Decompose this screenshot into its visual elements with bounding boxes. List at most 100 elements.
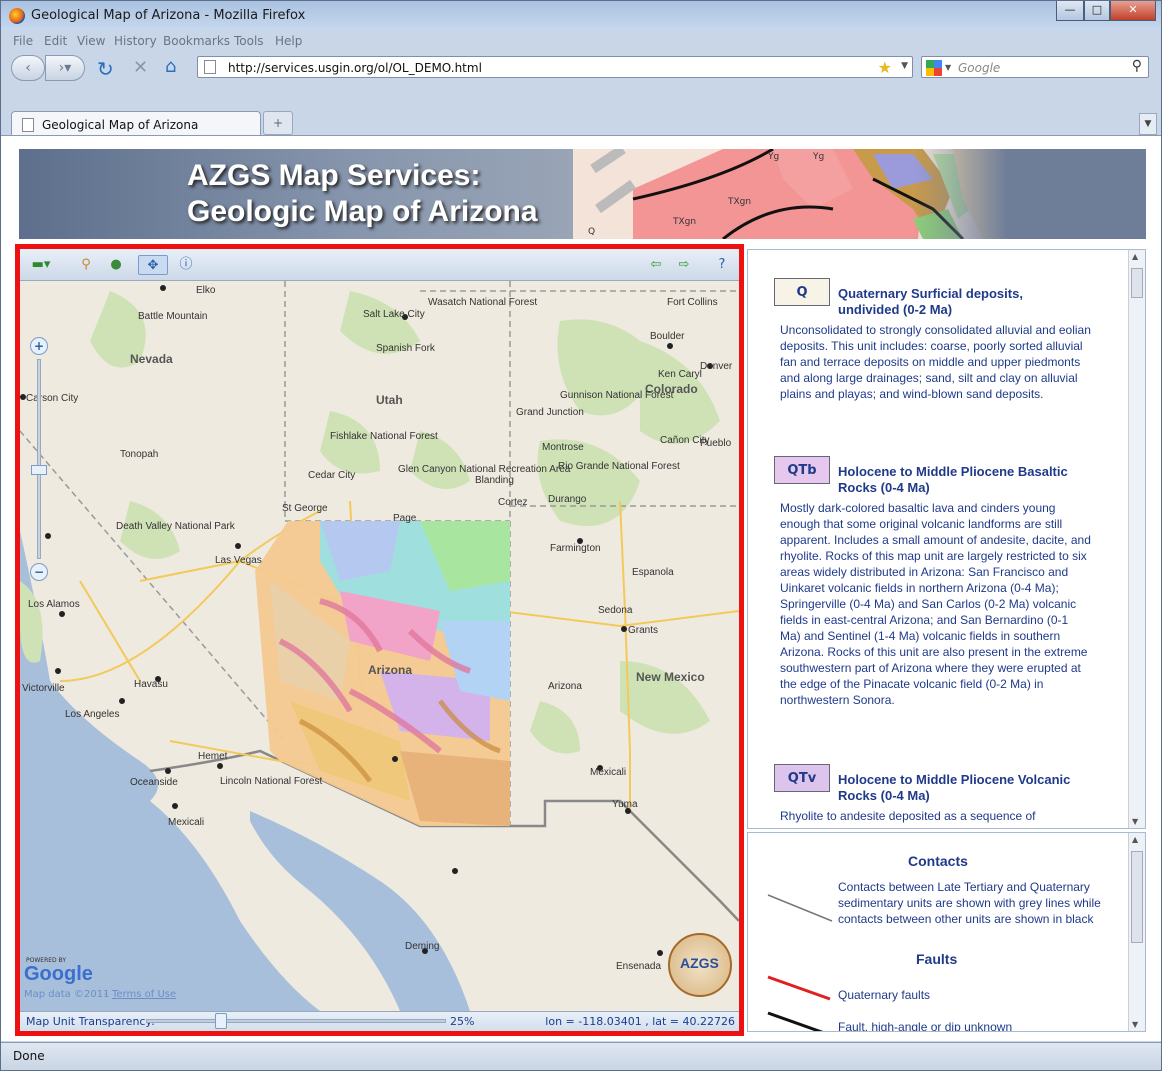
tab-label: Geological Map of Arizona [42, 118, 199, 132]
zoom-box-icon[interactable]: ⚲ [76, 255, 96, 275]
state-label-nevada: Nevada [130, 352, 173, 366]
help-icon[interactable]: ? [712, 255, 732, 275]
page-icon [204, 60, 216, 74]
tab-geological-map[interactable]: Geological Map of Arizona [11, 111, 261, 137]
search-placeholder: Google [958, 61, 1001, 75]
map-view[interactable]: Nevada Utah Colorado Arizona New Mexico … [20, 281, 739, 1011]
window-title: Geological Map of Arizona - Mozilla Fire… [31, 8, 306, 23]
place-label: Yuma [612, 799, 638, 810]
url-bar[interactable]: http://services.usgin.org/ol/OL_DEMO.htm… [197, 56, 913, 78]
tab-bar: Geological Map of Arizona + ▼ [1, 107, 1161, 137]
place-label: Farmington [550, 543, 601, 554]
state-label-utah: Utah [376, 393, 403, 407]
scroll-down-icon[interactable]: ▼ [1132, 1020, 1138, 1029]
transparency-slider-handle[interactable] [215, 1013, 227, 1029]
unit-panel-scrollbar[interactable]: ▲ ▼ [1128, 250, 1145, 828]
google-engine-icon[interactable] [926, 60, 942, 76]
search-icon[interactable]: ⚲ [1132, 58, 1142, 74]
tab-page-icon [22, 118, 34, 132]
place-label: Grants [628, 625, 658, 636]
place-label: St George [282, 503, 328, 514]
place-label: Mexicali [168, 817, 204, 828]
place-label: Pueblo [700, 438, 732, 449]
svg-text:TXgn: TXgn [672, 217, 696, 227]
state-label-new-mexico: New Mexico [636, 670, 705, 684]
forward-button[interactable]: ›▾ [45, 55, 85, 81]
scroll-up-icon[interactable]: ▲ [1132, 835, 1138, 844]
menu-tools[interactable]: Tools [234, 34, 264, 48]
zoom-slider-track[interactable] [37, 359, 41, 559]
unit-description: Unconsolidated to strongly consolidated … [780, 323, 1091, 401]
unit-swatch: Q [774, 278, 830, 306]
engine-dropdown-icon[interactable]: ▼ [945, 63, 951, 72]
unit-description: Rhyolite to andesite deposited as a sequ… [780, 809, 1036, 823]
place-label: Deming [405, 941, 439, 952]
menu-view[interactable]: View [77, 34, 105, 48]
tab-list-dropdown-icon[interactable]: ▼ [1139, 113, 1157, 135]
zoom-out-button[interactable]: − [30, 563, 48, 581]
menu-history[interactable]: History [114, 34, 157, 48]
legend-fault2-text: Fault, high-angle or dip unknown [838, 1020, 1013, 1032]
firefox-icon [9, 8, 25, 24]
azgs-logo: AZGS [668, 933, 732, 997]
url-dropdown-icon[interactable]: ▼ [901, 61, 908, 71]
place-label: Glen Canyon National Recreation Area [398, 464, 571, 475]
contact-line-symbol [767, 894, 833, 922]
scroll-down-icon[interactable]: ▼ [1132, 817, 1138, 826]
menu-help[interactable]: Help [275, 34, 302, 48]
legend-fault1-text: Quaternary faults [838, 988, 931, 1002]
place-label: Cedar City [308, 470, 355, 481]
browser-window: Geological Map of Arizona - Mozilla Fire… [0, 0, 1162, 1071]
place-label: Oceanside [130, 777, 178, 788]
place-label: Elko [196, 285, 216, 296]
legend-contacts-text: Contacts between Late Tertiary and Quate… [838, 880, 1101, 926]
quaternary-fault-symbol [767, 975, 831, 1001]
pan-icon[interactable]: ✥ [138, 255, 168, 275]
unit-swatch: QTb [774, 456, 830, 484]
new-tab-button[interactable]: + [263, 111, 293, 135]
history-forward-icon[interactable]: ⇨ [674, 255, 694, 275]
reload-icon[interactable]: ↻ [97, 57, 114, 81]
info-icon[interactable]: ⓘ [176, 255, 196, 275]
transparency-slider-track[interactable] [146, 1019, 446, 1023]
map-footer: Map Unit Transparency: 25% lon = -118.03… [20, 1011, 739, 1031]
legend-contacts-title: Contacts [908, 853, 968, 869]
close-button[interactable]: ✕ [1110, 1, 1156, 21]
place-label: Victorville [22, 683, 65, 694]
legend-scrollbar[interactable]: ▲ ▼ [1128, 833, 1145, 1031]
menu-file[interactable]: File [13, 34, 33, 48]
terms-of-use-link[interactable]: Terms of Use [112, 989, 176, 1000]
place-label: Los Angeles [65, 709, 120, 720]
place-label: Ken Caryl [658, 369, 702, 380]
stop-icon[interactable]: ✕ [133, 57, 148, 78]
place-label: Spanish Fork [376, 343, 436, 354]
map-toolbar: ▬▾ ⚲ ● ✥ ⓘ ⇦ ⇨ ? [20, 249, 739, 281]
bookmark-star-icon[interactable]: ★ [878, 58, 892, 77]
map-data-link[interactable]: Map data ©2011 [24, 989, 109, 1000]
banner-title-line1: AZGS Map Services: [187, 159, 481, 192]
url-text[interactable]: http://services.usgin.org/ol/OL_DEMO.htm… [228, 61, 482, 75]
menu-bookmarks[interactable]: Bookmarks [163, 34, 230, 48]
place-label: Las Vegas [215, 555, 262, 566]
zoom-in-button[interactable]: + [30, 337, 48, 355]
scroll-thumb[interactable] [1131, 268, 1143, 298]
minimize-button[interactable]: — [1056, 1, 1084, 21]
home-icon[interactable]: ⌂ [165, 56, 176, 77]
place-label: Blanding [475, 475, 514, 486]
zoom-extent-icon[interactable]: ● [106, 255, 126, 275]
place-label: Durango [548, 494, 587, 505]
place-label: Havasu [134, 679, 168, 690]
place-label: Battle Mountain [138, 311, 208, 322]
history-back-icon[interactable]: ⇦ [646, 255, 666, 275]
search-box[interactable]: ▼ Google ⚲ [921, 56, 1149, 78]
layers-icon[interactable]: ▬▾ [26, 255, 56, 275]
maximize-button[interactable]: □ [1084, 1, 1110, 21]
menu-edit[interactable]: Edit [44, 34, 67, 48]
place-label: Death Valley National Park [116, 521, 236, 532]
back-button[interactable]: ‹ [11, 55, 45, 81]
google-logo: Google [24, 963, 93, 985]
zoom-slider-handle[interactable] [31, 465, 47, 475]
scroll-up-icon[interactable]: ▲ [1132, 252, 1138, 261]
high-angle-fault-symbol [767, 1011, 824, 1031]
scroll-thumb[interactable] [1131, 851, 1143, 943]
